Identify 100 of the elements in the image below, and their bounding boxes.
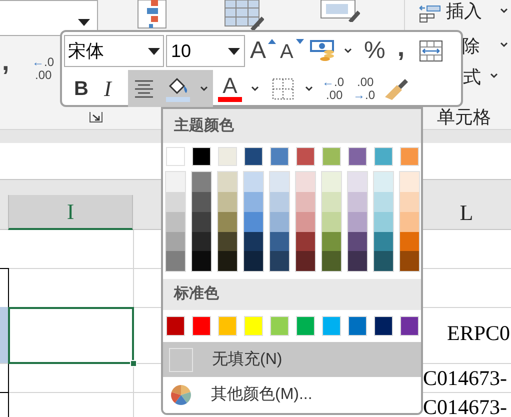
menu-item[interactable]: 无填充(N) <box>163 342 421 378</box>
color-swatch[interactable] <box>348 251 367 272</box>
color-swatch[interactable] <box>374 146 393 166</box>
color-swatch[interactable] <box>296 172 315 192</box>
increase-decimal-button[interactable]: ←.0 .00 <box>322 76 344 102</box>
color-swatch[interactable] <box>218 192 237 212</box>
color-swatch[interactable] <box>166 146 185 166</box>
color-swatch[interactable] <box>244 232 263 252</box>
dropdown-caret-icon[interactable] <box>500 42 508 48</box>
selected-cell[interactable] <box>8 307 134 364</box>
color-swatch[interactable] <box>400 212 419 232</box>
comma-style-button[interactable]: , <box>2 48 10 74</box>
color-swatch[interactable] <box>166 251 185 272</box>
color-swatch[interactable] <box>270 192 289 212</box>
color-swatch[interactable] <box>270 316 289 336</box>
color-swatch[interactable] <box>322 146 341 166</box>
color-swatch[interactable] <box>374 172 393 192</box>
color-swatch[interactable] <box>400 316 419 336</box>
color-swatch[interactable] <box>296 192 315 212</box>
color-swatch[interactable] <box>218 251 237 272</box>
font-size-field[interactable]: 10 <box>166 35 245 67</box>
color-swatch[interactable] <box>244 316 263 336</box>
color-swatch[interactable] <box>192 192 211 212</box>
color-swatch[interactable] <box>166 172 185 192</box>
dropdown-caret-icon[interactable] <box>200 86 208 92</box>
dropdown-caret-icon[interactable] <box>500 8 508 14</box>
color-swatch[interactable] <box>192 172 211 192</box>
color-swatch[interactable] <box>270 172 289 192</box>
color-swatch[interactable] <box>296 316 315 336</box>
font-name-field[interactable] <box>0 0 98 36</box>
fill-color-button[interactable] <box>160 70 213 107</box>
increase-decimal-button[interactable]: ←.0 .00 <box>32 56 54 82</box>
color-swatch[interactable] <box>244 212 263 232</box>
color-swatch[interactable] <box>348 146 367 166</box>
color-swatch[interactable] <box>218 212 237 232</box>
color-swatch[interactable] <box>400 172 419 192</box>
column-header[interactable]: I <box>8 195 133 230</box>
color-swatch[interactable] <box>374 192 393 212</box>
color-swatch[interactable] <box>322 192 341 212</box>
color-swatch[interactable] <box>166 316 185 336</box>
bold-button[interactable]: B <box>74 74 94 104</box>
color-swatch[interactable] <box>322 172 341 192</box>
color-swatch[interactable] <box>400 251 419 272</box>
color-swatch[interactable] <box>348 192 367 212</box>
color-swatch[interactable] <box>296 212 315 232</box>
color-swatch[interactable] <box>192 251 211 272</box>
color-swatch[interactable] <box>374 251 393 272</box>
dropdown-caret-icon[interactable] <box>490 73 498 79</box>
color-swatch[interactable] <box>192 316 211 336</box>
color-swatch[interactable] <box>374 232 393 252</box>
percent-style-button[interactable]: % <box>364 33 386 69</box>
dropdown-caret-icon[interactable] <box>148 48 160 54</box>
color-swatch[interactable] <box>400 232 419 252</box>
color-swatch[interactable] <box>166 232 185 252</box>
color-swatch[interactable] <box>400 192 419 212</box>
color-swatch[interactable] <box>322 316 341 336</box>
color-swatch[interactable] <box>270 232 289 252</box>
color-swatch[interactable] <box>270 251 289 272</box>
column-header[interactable]: L <box>422 195 511 230</box>
dropdown-caret-icon[interactable] <box>78 19 90 26</box>
color-swatch[interactable] <box>166 192 185 212</box>
font-name-field[interactable]: 宋体 <box>64 35 164 67</box>
color-swatch[interactable] <box>270 212 289 232</box>
increase-font-size-button[interactable]: A <box>250 37 276 65</box>
color-swatch[interactable] <box>348 212 367 232</box>
conditional-formatting-icon[interactable] <box>137 0 167 30</box>
color-swatch[interactable] <box>244 192 263 212</box>
font-color-button[interactable]: A <box>217 74 243 104</box>
decrease-decimal-button[interactable]: .00 →.0 <box>353 76 376 102</box>
color-swatch[interactable] <box>322 212 341 232</box>
color-swatch[interactable] <box>218 232 237 252</box>
color-swatch[interactable] <box>244 146 263 166</box>
color-swatch[interactable] <box>218 146 237 166</box>
insert-cells-icon[interactable] <box>419 5 441 23</box>
delete-button[interactable]: 除 <box>462 33 480 60</box>
wrap-text-icon[interactable] <box>418 40 443 62</box>
fill-handle[interactable] <box>130 360 137 367</box>
color-swatch[interactable] <box>374 316 393 336</box>
dropdown-caret-icon[interactable] <box>305 86 313 92</box>
color-swatch[interactable] <box>374 212 393 232</box>
color-swatch[interactable] <box>218 316 237 336</box>
insert-button[interactable]: 插入 <box>446 0 482 25</box>
borders-icon[interactable] <box>272 78 294 100</box>
center-align-button[interactable] <box>128 70 160 107</box>
color-swatch[interactable] <box>192 232 211 252</box>
color-swatch[interactable] <box>192 212 211 232</box>
color-swatch[interactable] <box>244 172 263 192</box>
cell-styles-icon[interactable] <box>318 0 360 22</box>
color-swatch[interactable] <box>244 251 263 272</box>
color-swatch[interactable] <box>166 212 185 232</box>
color-swatch[interactable] <box>400 146 419 166</box>
color-swatch[interactable] <box>322 251 341 272</box>
paintbrush-icon[interactable] <box>383 76 410 100</box>
color-swatch[interactable] <box>348 316 367 336</box>
comma-style-button[interactable]: , <box>397 34 405 60</box>
dropdown-caret-icon[interactable] <box>251 86 259 92</box>
currency-format-icon[interactable] <box>310 40 336 62</box>
color-swatch[interactable] <box>296 232 315 252</box>
dropdown-caret-icon[interactable] <box>344 48 352 54</box>
italic-button[interactable]: I <box>104 72 124 105</box>
